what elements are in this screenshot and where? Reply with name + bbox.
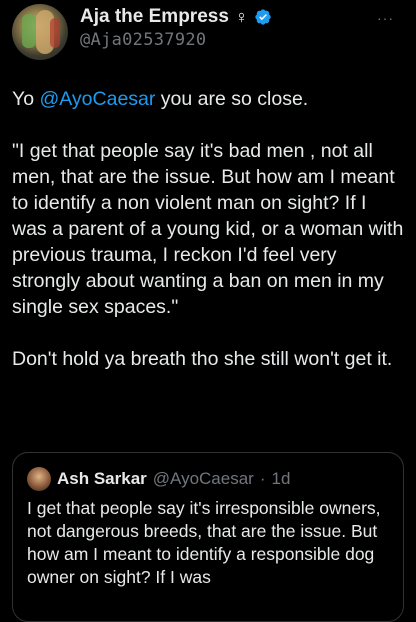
- quoted-tweet-header: Ash Sarkar @AyoCaesar · 1d: [27, 467, 290, 491]
- author-name-row: Aja the Empress ♀: [80, 6, 272, 28]
- tweet-paragraph-3: Don't hold ya breath tho she still won't…: [12, 348, 393, 370]
- quoted-separator: ·: [259, 469, 266, 488]
- text-suffix: you are so close.: [155, 88, 309, 110]
- quoted-tweet-text: I get that people say it's irresponsible…: [27, 498, 381, 587]
- gender-symbol: ♀: [234, 6, 249, 27]
- tweet-paragraph-2: "I get that people say it's bad men , no…: [12, 140, 404, 318]
- quoted-author-name: Ash Sarkar: [57, 469, 147, 488]
- verified-badge-icon[interactable]: [254, 8, 272, 26]
- tweet-header: Aja the Empress ♀ @Aja02537920 ···: [0, 0, 416, 62]
- quoted-author-avatar: [27, 467, 51, 491]
- mention-link[interactable]: @AyoCaesar: [39, 88, 155, 110]
- text-prefix: Yo: [12, 88, 40, 110]
- quoted-tweet[interactable]: Ash Sarkar @AyoCaesar · 1d I get that pe…: [12, 452, 404, 622]
- tweet-paragraph-1: Yo @AyoCaesar you are so close.: [12, 86, 404, 112]
- author-name[interactable]: Aja the Empress: [80, 6, 229, 28]
- author-avatar[interactable]: [12, 4, 68, 60]
- tweet-body: Yo @AyoCaesar you are so close. "I get t…: [12, 86, 404, 372]
- quoted-timestamp: 1d: [271, 469, 291, 488]
- quoted-author-handle: @AyoCaesar: [152, 469, 254, 488]
- more-options-icon[interactable]: ···: [377, 10, 394, 26]
- author-handle[interactable]: @Aja02537920: [80, 30, 206, 50]
